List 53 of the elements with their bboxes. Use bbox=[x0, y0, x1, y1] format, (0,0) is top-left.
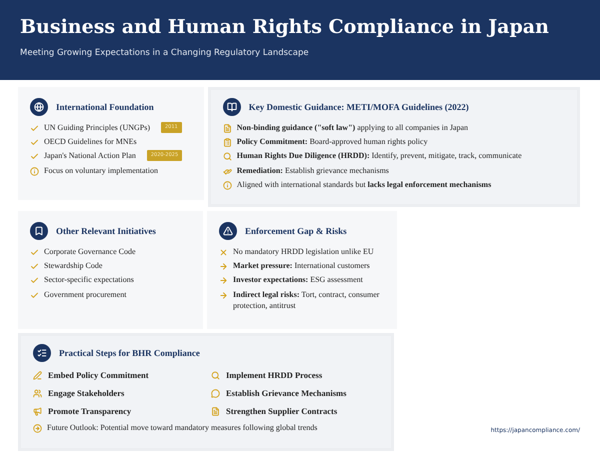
step-text: Embed Policy Commitment bbox=[48, 370, 149, 380]
list-item-text: Investor expectations: ESG assessment bbox=[233, 274, 363, 286]
list-item-text: Focus on voluntary implementation bbox=[44, 164, 158, 176]
arrow-icon bbox=[219, 290, 228, 300]
document-icon bbox=[222, 124, 232, 133]
outlook-text: Future Outlook: Potential move toward mandatory measures following global trends bbox=[47, 422, 318, 434]
info-icon bbox=[30, 166, 39, 176]
page-title: Business and Human Rights Compliance in Japan bbox=[20, 16, 550, 38]
list-item-text: Indirect legal risks: Tort, contract, consumer protection, antitrust bbox=[233, 288, 380, 311]
page-subtitle: Meeting Growing Expectations in a Changing Regulatory Landscape bbox=[20, 48, 310, 58]
clipboard-icon bbox=[222, 138, 232, 148]
megaphone-icon bbox=[33, 406, 42, 416]
list-item-text: Remediation: Establish grievance mechanisms bbox=[236, 164, 389, 176]
card-title: Practical Steps for BHR Compliance bbox=[59, 348, 200, 358]
list-item-text: Stewardship Code bbox=[44, 260, 102, 272]
card-title: International Foundation bbox=[56, 102, 154, 112]
pen-icon bbox=[33, 370, 42, 380]
hand-icon bbox=[222, 166, 232, 176]
list-item-text: Market pressure: International customers bbox=[233, 260, 370, 272]
list-item-text: OECD Guidelines for MNEs bbox=[44, 136, 137, 148]
list-item-text: Aligned with international standards but lacks legal enforcement mechanisms bbox=[236, 178, 492, 190]
bookmark-icon bbox=[34, 226, 44, 236]
info-icon bbox=[222, 180, 232, 190]
search-icon bbox=[211, 370, 220, 380]
globe-icon bbox=[34, 102, 44, 112]
arrow-icon bbox=[219, 262, 228, 272]
list-item-text: UN Guiding Principles (UNGPs) bbox=[44, 122, 150, 134]
list-icon bbox=[37, 348, 47, 358]
list-item-text: Sector-specific expectations bbox=[44, 274, 134, 286]
step-text: Establish Grievance Mechanisms bbox=[226, 388, 346, 398]
list-item-text: Human Rights Due Diligence (HRDD): Identify, prevent, mitigate, track, communicate bbox=[236, 150, 522, 162]
document-icon bbox=[211, 406, 220, 416]
step-text: Strengthen Supplier Contracts bbox=[226, 406, 338, 416]
book-icon bbox=[226, 102, 237, 112]
list-item-text: Corporate Governance Code bbox=[44, 246, 136, 258]
chat-icon bbox=[211, 388, 220, 398]
warning-icon bbox=[223, 226, 233, 236]
list-item-text: Non-binding guidance ("soft law") applying to all companies in Japan bbox=[236, 122, 468, 134]
step-text: Implement HRDD Process bbox=[226, 370, 322, 380]
list-item-text: Japan's National Action Plan bbox=[44, 150, 136, 162]
list-item-text: No mandatory HRDD legislation unlike EU bbox=[233, 246, 374, 258]
people-icon bbox=[33, 388, 42, 398]
list-item-text: Policy Commitment: Board-approved human rights policy bbox=[236, 136, 428, 148]
arrow-icon bbox=[219, 276, 228, 286]
list-item-text: Government procurement bbox=[44, 288, 126, 300]
step-text: Promote Transparency bbox=[48, 406, 132, 416]
step-text: Engage Stakeholders bbox=[48, 388, 124, 398]
card-title: Enforcement Gap & Risks bbox=[245, 226, 347, 236]
cross-icon bbox=[219, 248, 228, 257]
card-title: Other Relevant Initiatives bbox=[56, 226, 156, 236]
card-title: Key Domestic Guidance: METI/MOFA Guidelines (2022) bbox=[248, 102, 469, 112]
arrow-circle-icon bbox=[33, 424, 42, 433]
search-icon bbox=[222, 152, 232, 162]
